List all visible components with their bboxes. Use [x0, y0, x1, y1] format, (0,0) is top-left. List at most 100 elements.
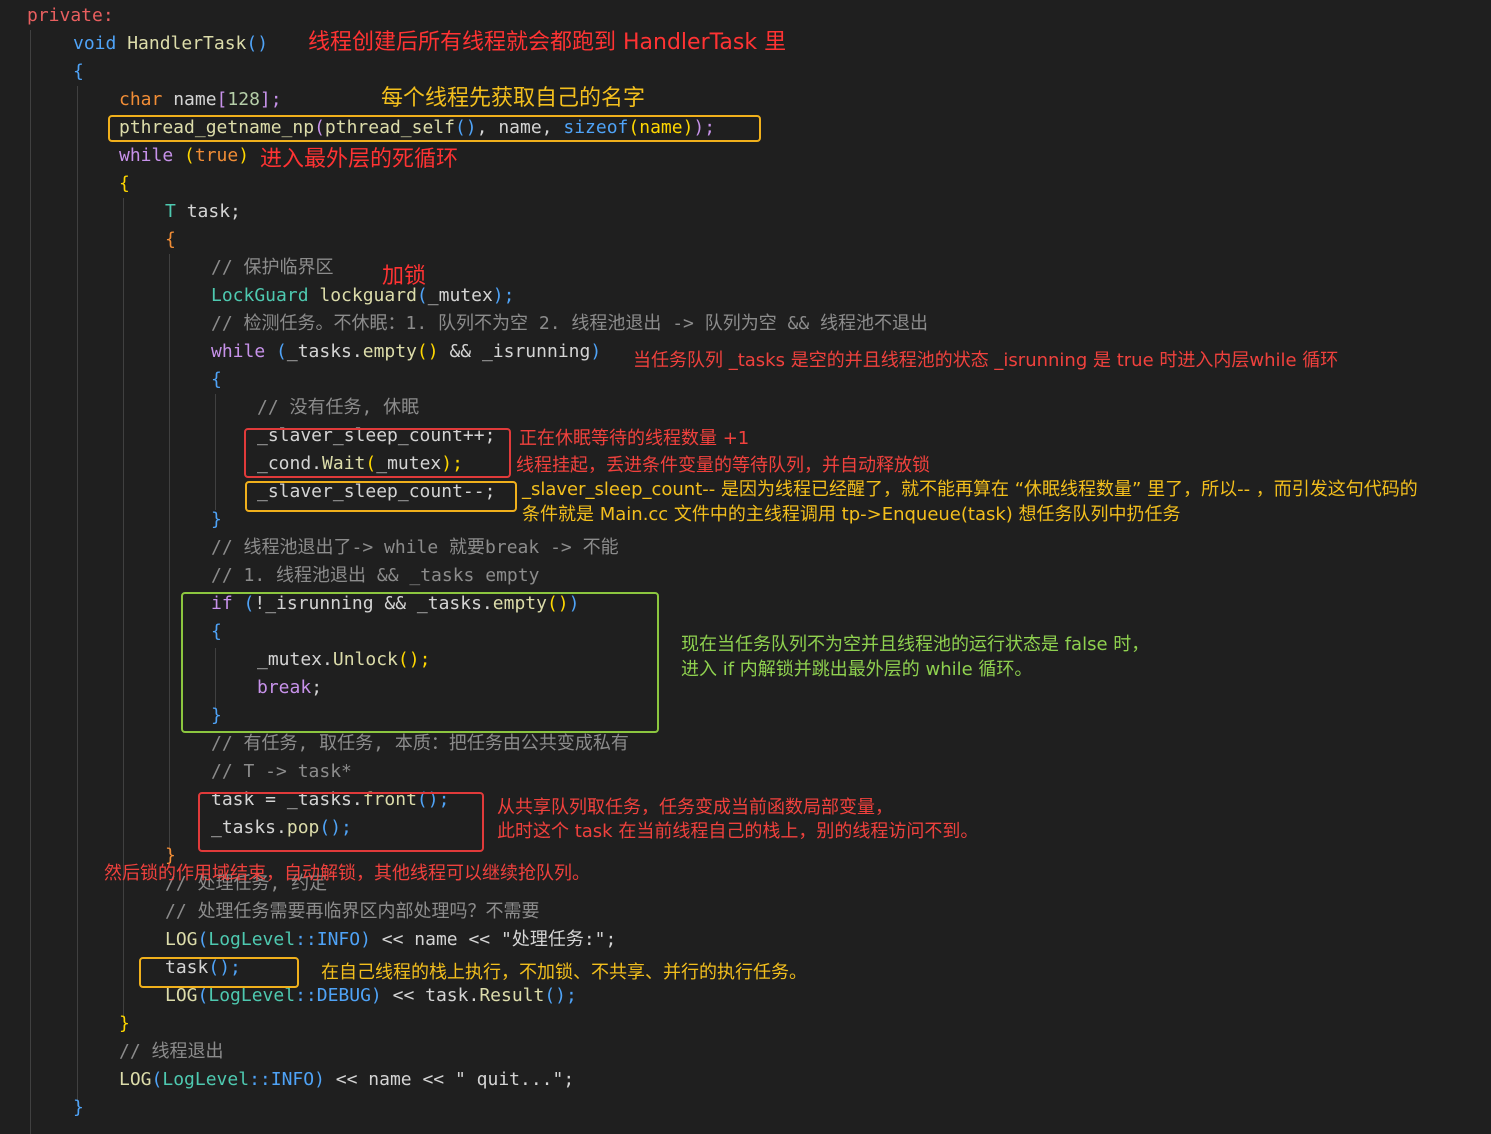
- indent-guide: [77, 86, 78, 1106]
- code-line[interactable]: // 处理任务需要再临界区内部处理吗？不需要: [165, 898, 540, 926]
- code-line[interactable]: // 保护临界区: [211, 254, 334, 282]
- code-token: while: [211, 341, 277, 362]
- indent-guide: [30, 30, 31, 1134]
- code-token: (): [416, 341, 439, 362]
- code-line[interactable]: // 线程池退出了-> while 就要break -> 不能: [211, 534, 619, 562]
- note-take-task-2: 此时这个 task 在当前线程自己的栈上，别的线程访问不到。: [497, 821, 979, 842]
- code-line[interactable]: while (_tasks.empty() && _isrunning): [211, 338, 601, 366]
- indent-guide: [123, 198, 124, 1018]
- code-token: }: [119, 1013, 130, 1034]
- code-line[interactable]: // T -> task*: [211, 758, 352, 786]
- code-line[interactable]: LOG(LogLevel::INFO) << name << "处理任务:";: [165, 926, 616, 954]
- code-token: private:: [27, 5, 114, 26]
- code-token: (: [151, 1069, 163, 1090]
- note-unlock-scope: 然后锁的作用域结束，自动解锁，其他线程可以继续抢队列。: [104, 863, 590, 884]
- code-token: [: [216, 89, 228, 110]
- indent-guide: [169, 254, 170, 854]
- code-token: (: [276, 341, 287, 362]
- note-exec-task: 在自己线程的栈上执行，不加锁、不共享、并行的执行任务。: [321, 962, 807, 983]
- note-outer-loop: 进入最外层的死循环: [260, 147, 459, 172]
- code-line[interactable]: }: [211, 506, 222, 534]
- code-line[interactable]: }: [73, 1094, 84, 1122]
- code-token: LogLevel: [208, 985, 296, 1006]
- code-line[interactable]: T task;: [165, 198, 241, 226]
- code-token: (: [184, 145, 195, 166]
- code-token: {: [165, 229, 176, 250]
- code-line[interactable]: char name[128];: [119, 86, 282, 114]
- code-line[interactable]: }: [119, 1010, 130, 1038]
- code-token: && _isrunning: [438, 341, 591, 362]
- code-token: ): [314, 1069, 325, 1090]
- code-token: void: [73, 33, 128, 54]
- code-line[interactable]: {: [119, 170, 130, 198]
- code-token: LOG: [165, 985, 198, 1006]
- code-token: << name <<: [370, 929, 501, 950]
- note-handler-task: 线程创建后所有线程就会都跑到 HandlerTask 里: [308, 30, 787, 55]
- note-exit-check-1: 现在当任务队列不为空并且线程池的运行状态是 false 时，: [681, 634, 1150, 655]
- code-token: {: [119, 173, 130, 194]
- code-token: ): [590, 341, 602, 362]
- code-line[interactable]: // 检测任务。不休眠：1. 队列不为空 2. 线程池退出 -> 队列为空 &&…: [211, 310, 928, 338]
- note-lock: 加锁: [382, 264, 427, 289]
- note-take-task-1: 从共享队列取任务，任务变成当前函数局部变量，: [497, 797, 893, 818]
- code-line[interactable]: void HandlerTask(): [73, 30, 268, 58]
- code-token: ::DEBUG: [295, 985, 371, 1006]
- code-line[interactable]: {: [211, 366, 222, 394]
- code-line[interactable]: while (true): [119, 142, 249, 170]
- code-token: name: [173, 89, 217, 110]
- code-line[interactable]: // 线程退出: [119, 1038, 224, 1066]
- code-token: HandlerTask: [127, 33, 247, 54]
- code-token: Result: [479, 985, 545, 1006]
- code-token: LOG: [119, 1069, 152, 1090]
- code-token: T: [165, 201, 187, 222]
- code-token: true: [194, 145, 239, 166]
- code-token: // 有任务, 取任务, 本质：把任务由公共变成私有: [211, 733, 629, 754]
- highlight-box-exit-check: [181, 592, 659, 733]
- highlight-box-take-task: [198, 792, 484, 852]
- note-sleep-count-dec-2: 条件就是 Main.cc 文件中的主线程调用 tp->Enqueue(task)…: [522, 504, 1181, 525]
- code-token: // 1. 线程池退出 && _tasks empty: [211, 565, 540, 586]
- indent-guide: [215, 394, 216, 510]
- code-token: // 没有任务, 休眠: [257, 397, 420, 418]
- code-line[interactable]: // 有任务, 取任务, 本质：把任务由公共变成私有: [211, 730, 629, 758]
- code-token: << name <<: [324, 1069, 455, 1090]
- note-sleep-count-dec-1: _slaver_sleep_count-- 是因为线程已经醒了，就不能再算在 “…: [522, 479, 1418, 500]
- code-token: // T -> task*: [211, 761, 352, 782]
- code-token: while: [119, 145, 185, 166]
- code-token: ::INFO: [295, 929, 361, 950]
- code-line[interactable]: LOG(LogLevel::INFO) << name << " quit...…: [119, 1066, 574, 1094]
- highlight-box-getname: [108, 115, 761, 142]
- code-token: );: [492, 285, 515, 306]
- code-token: // 处理任务需要再临界区内部处理吗？不需要: [165, 901, 540, 922]
- note-cond-wait: 线程挂起，丢进条件变量的等待队列，并自动释放锁: [516, 455, 930, 476]
- code-token: " quit...";: [454, 1069, 575, 1090]
- code-line[interactable]: // 1. 线程池退出 && _tasks empty: [211, 562, 539, 590]
- code-token: // 线程退出: [119, 1041, 224, 1062]
- code-token: // 保护临界区: [211, 257, 334, 278]
- note-sleep-count-inc: 正在休眠等待的线程数量 +1: [519, 428, 750, 449]
- note-get-name: 每个线程先获取自己的名字: [381, 86, 646, 111]
- code-line[interactable]: LockGuard lockguard(_mutex);: [211, 282, 514, 310]
- code-token: // 线程池退出了-> while 就要break -> 不能: [211, 537, 619, 558]
- code-line[interactable]: {: [73, 58, 84, 86]
- code-token: LogLevel: [162, 1069, 250, 1090]
- highlight-box-sleep-wait: [244, 428, 511, 478]
- code-token: {: [211, 369, 222, 390]
- code-token: "处理任务:";: [500, 929, 617, 950]
- code-token: {: [73, 61, 84, 82]
- code-line[interactable]: {: [165, 226, 176, 254]
- code-token: empty: [362, 341, 417, 362]
- code-token: _tasks.: [286, 341, 363, 362]
- code-line[interactable]: // 没有任务, 休眠: [257, 394, 419, 422]
- code-token: _mutex: [427, 285, 493, 306]
- code-token: ): [370, 985, 382, 1006]
- code-token: }: [211, 509, 222, 530]
- code-token: task;: [186, 201, 241, 222]
- code-token: (: [197, 929, 209, 950]
- code-token: ): [238, 145, 250, 166]
- code-token: ::INFO: [249, 1069, 315, 1090]
- code-token: ];: [259, 89, 282, 110]
- highlight-box-exec-task: [139, 957, 299, 988]
- code-line[interactable]: private:: [27, 2, 114, 30]
- code-token: << task.: [381, 985, 480, 1006]
